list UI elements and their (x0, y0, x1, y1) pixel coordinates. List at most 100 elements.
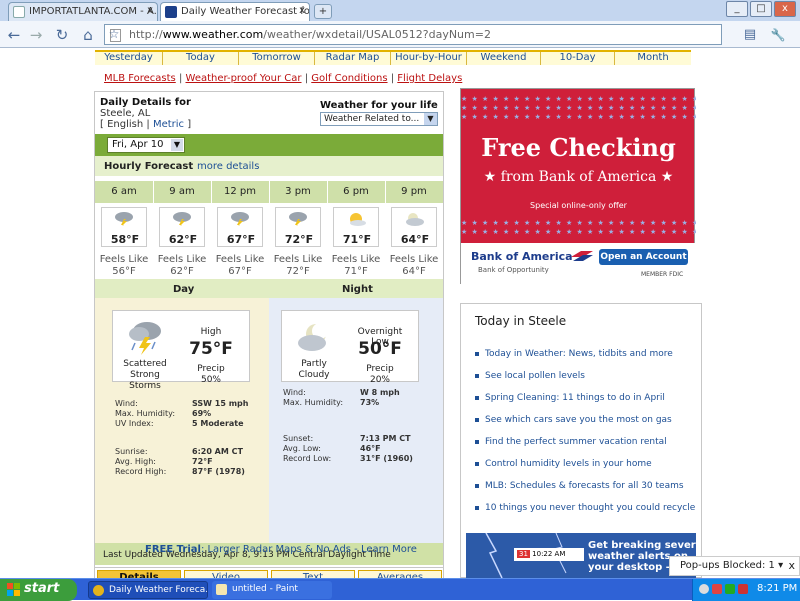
night-forecast-card: Partly Cloudy Overnight Low 50°F Precip 2… (281, 310, 419, 385)
maximize-button[interactable]: □ (750, 1, 772, 17)
free-trial-label: FREE Trial (145, 544, 201, 555)
stat-value: 31°F (1960) (360, 454, 413, 463)
browser-tab-strip: IMPORTATLANTA.COM - A... x Daily Weather… (0, 0, 800, 21)
nav-tab-month[interactable]: Month (615, 52, 691, 65)
open-account-button[interactable]: Open an Account (599, 249, 688, 265)
day-forecast-card: Scattered Strong Storms High 75°F Precip… (112, 310, 250, 391)
start-label: start (24, 581, 60, 596)
popups-blocked-notice[interactable]: Pop-ups Blocked: 1 ▾ x (669, 556, 800, 576)
tools-menu-icon[interactable]: 🔧 (768, 25, 788, 45)
free-trial-link[interactable]: FREE Trial: Larger Radar Maps & No Ads -… (145, 544, 417, 555)
hour-forecast-cell: 64°F (391, 207, 437, 247)
tab-close-icon[interactable]: x (147, 5, 153, 16)
link-golf-conditions[interactable]: Golf Conditions (311, 73, 387, 84)
stat-label: Wind: (115, 399, 138, 408)
new-tab-button[interactable]: + (314, 4, 332, 19)
url-path: /weather/wxdetail/USAL0512?dayNum=2 (263, 28, 491, 41)
network-icon[interactable] (699, 584, 709, 594)
hour-temp: 58°F (110, 233, 140, 246)
ad-headline: Free Checking (481, 133, 676, 162)
stat-label: Avg. Low: (283, 444, 321, 453)
feels-like-label: Feels Like (157, 254, 207, 265)
unit-metric-link[interactable]: Metric (153, 119, 184, 130)
high-label: High (200, 327, 222, 337)
bank-ad[interactable]: ★ ★ ★ ★ ★ ★ ★ ★ ★ ★ ★ ★ ★ ★ ★ ★ ★ ★ ★ ★ … (460, 88, 696, 285)
weather-for-life-label: Weather for your life (320, 100, 438, 111)
link-mlb-forecasts[interactable]: MLB Forecasts (104, 73, 176, 84)
home-icon[interactable]: ⌂ (78, 25, 98, 45)
today-link-item[interactable]: 10 things you never thought you could re… (475, 503, 695, 525)
close-icon[interactable]: x (788, 559, 795, 572)
bookmark-star-icon[interactable]: ☆ (105, 25, 124, 44)
page-menu-icon[interactable]: ▤ (740, 25, 760, 45)
night-stat-row: Record Low: 31°F (1960) (283, 454, 413, 464)
today-link-item[interactable]: See which cars save you the most on gas (475, 415, 695, 437)
date-value: Fri, Apr 10 (112, 139, 164, 150)
today-link-item[interactable]: Spring Cleaning: 11 things to do in Apri… (475, 393, 695, 415)
browser-tab-importatlanta[interactable]: IMPORTATLANTA.COM - A... x (8, 2, 158, 21)
stat-label: Avg. High: (115, 457, 156, 466)
stat-label: Sunset: (283, 434, 314, 443)
hour-temp: 67°F (226, 233, 256, 246)
address-bar[interactable]: ☆ http://www.weather.com/weather/wxdetai… (104, 24, 722, 45)
start-button[interactable]: start (0, 579, 77, 601)
minimize-button[interactable]: _ (726, 1, 748, 17)
date-select[interactable]: Fri, Apr 10 ▼ (107, 137, 185, 153)
back-icon[interactable]: ← (4, 25, 24, 45)
day-stat-row: Sunrise: 6:20 AM CT (115, 447, 243, 457)
feels-like-value: 64°F (402, 266, 426, 277)
task-label: untitled - Paint (232, 584, 298, 594)
today-link-item[interactable]: Find the perfect summer vacation rental (475, 437, 695, 459)
ad-star-row: ★ ★ ★ ★ ★ ★ ★ ★ ★ ★ ★ ★ ★ ★ ★ ★ ★ ★ ★ ★ … (461, 113, 696, 121)
stat-value: 5 Moderate (192, 419, 244, 428)
hour-label: 9 am (169, 186, 195, 197)
today-link-item[interactable]: MLB: Schedules & forecasts for all 30 te… (475, 481, 695, 503)
day-column: Scattered Strong Storms High 75°F Precip… (95, 298, 269, 543)
stat-value: 72°F (192, 457, 213, 466)
select-value: Weather Related to... (324, 114, 420, 124)
ad-star-row: ★ ★ ★ ★ ★ ★ ★ ★ ★ ★ ★ ★ ★ ★ ★ ★ ★ ★ ★ ★ … (461, 104, 696, 112)
nav-tab-weekend[interactable]: Weekend (467, 52, 541, 65)
app-tray-icon[interactable] (725, 584, 735, 594)
feels-like-value: 62°F (170, 266, 194, 277)
nav-tab-yesterday[interactable]: Yesterday (95, 52, 163, 65)
browser-tab-weather[interactable]: Daily Weather Forecast for... x (160, 2, 310, 21)
nav-tab-today[interactable]: Today (163, 52, 239, 65)
unit-bracket: ] (187, 119, 192, 130)
hour-label: 6 am (111, 186, 137, 197)
thunderstorm-icon (231, 212, 249, 226)
more-details-link[interactable]: more details (197, 161, 259, 172)
alert-tray-icon[interactable] (738, 584, 748, 594)
reload-icon[interactable]: ↻ (52, 25, 72, 45)
task-paint[interactable]: untitled - Paint (212, 581, 332, 599)
unit-english[interactable]: English (107, 119, 143, 130)
system-tray: 8:21 PM (692, 579, 800, 601)
feels-like-value: 72°F (286, 266, 310, 277)
night-stat-row: Max. Humidity: 73% (283, 398, 379, 408)
stat-value: 6:20 AM CT (192, 447, 243, 456)
day-stat-row: Wind: SSW 15 mph (115, 399, 248, 409)
nav-tab-hour-by-hour[interactable]: Hour-by-Hour (391, 52, 467, 65)
link-weatherproof-car[interactable]: Weather-proof Your Car (186, 73, 302, 84)
feels-like: Feels Like 71°F (327, 254, 385, 278)
security-icon[interactable] (712, 584, 722, 594)
stat-label: Sunrise: (115, 447, 148, 456)
nav-tab-radar-map[interactable]: Radar Map (315, 52, 391, 65)
day-night-header: Day Night (95, 279, 443, 298)
weather-related-select[interactable]: Weather Related to... ▼ (320, 112, 438, 126)
tab-close-icon[interactable]: x (299, 5, 305, 16)
nav-tab-tomorrow[interactable]: Tomorrow (239, 52, 315, 65)
desktop-alerts-ad[interactable]: 31 10:22 AM Get breaking severe weather … (466, 533, 696, 578)
feels-like: Feels Like 64°F (385, 254, 443, 278)
today-link-item[interactable]: Control humidity levels in your home (475, 459, 695, 481)
today-link-item[interactable]: See local pollen levels (475, 371, 695, 393)
close-window-button[interactable]: x (774, 1, 796, 17)
forward-icon[interactable]: → (26, 25, 46, 45)
link-flight-delays[interactable]: Flight Delays (397, 73, 462, 84)
today-link-item[interactable]: Today in Weather: News, tidbits and more (475, 349, 695, 371)
forecast-nav-strip: Yesterday Today Tomorrow Radar Map Hour-… (95, 50, 691, 65)
nav-tab-10-day[interactable]: 10-Day (541, 52, 615, 65)
stat-value: 73% (360, 398, 380, 407)
task-weather-browser[interactable]: Daily Weather Foreca... (88, 581, 208, 599)
hour-temp: 72°F (284, 233, 314, 246)
